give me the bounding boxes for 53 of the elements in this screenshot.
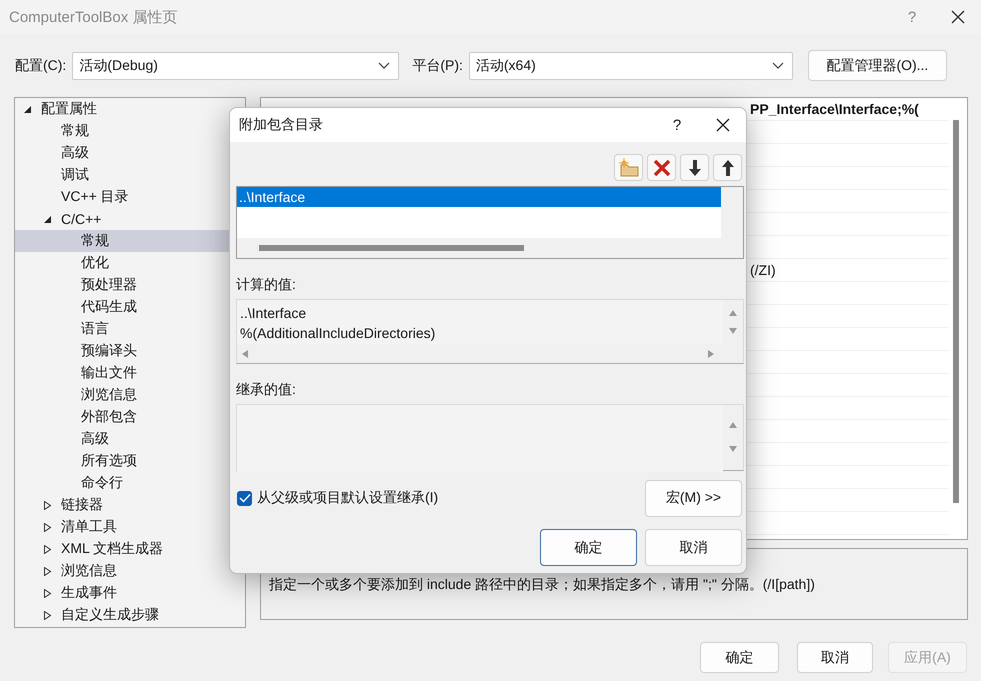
- description-text: 指定一个或多个要添加到 include 路径中的目录；如果指定多个，请用 ";" 分隔。(/I[path]): [269, 576, 815, 592]
- dialog-title: 附加包含目录: [239, 116, 323, 134]
- close-icon: [716, 118, 730, 132]
- chevron-icon: [772, 62, 784, 70]
- window-title: ComputerToolBox 属性页: [9, 8, 178, 26]
- expanded-triangle-icon[interactable]: [43, 214, 52, 224]
- property-value: (/ZI): [750, 262, 776, 278]
- inherit-label: 从父级或项目默认设置继承(I): [257, 489, 438, 507]
- config-dropdown[interactable]: 活动(Debug): [72, 52, 400, 80]
- configuration-manager-button[interactable]: 配置管理器(O)...: [808, 50, 947, 81]
- chevron-icon: [378, 62, 390, 70]
- close-icon: [951, 10, 965, 24]
- collapsed-triangle-icon[interactable]: [43, 610, 52, 620]
- tree-item[interactable]: 链接器: [15, 494, 245, 516]
- inherited-value-label: 继承的值:: [236, 381, 297, 398]
- tree-item[interactable]: 清单工具: [15, 516, 245, 538]
- scrollbar-thumb[interactable]: [953, 120, 959, 503]
- expanded-triangle-icon[interactable]: [23, 104, 32, 114]
- tree-item[interactable]: 生成事件: [15, 582, 245, 604]
- new-line-button[interactable]: [614, 154, 643, 181]
- delete-icon: [652, 158, 672, 178]
- tree-item[interactable]: 配置属性: [41, 100, 97, 118]
- folder-icon: [618, 158, 640, 178]
- tree-item[interactable]: C/C++: [15, 208, 245, 230]
- config-label: 配置(C):: [15, 56, 66, 74]
- collapsed-triangle-icon[interactable]: [43, 500, 52, 510]
- scrollbar-thumb[interactable]: [259, 245, 524, 251]
- list-item[interactable]: ..\Interface: [237, 187, 721, 207]
- tree-item[interactable]: 浏览信息: [15, 560, 245, 582]
- tree-item[interactable]: XML 文档生成器: [15, 538, 245, 560]
- checkbox[interactable]: [237, 490, 252, 506]
- cancel-button[interactable]: 取消: [797, 642, 873, 673]
- ok-button[interactable]: 确定: [540, 529, 637, 566]
- move-down-button[interactable]: [680, 154, 709, 181]
- computed-value-line: ..\Interface: [240, 304, 308, 323]
- platform-label: 平台(P):: [412, 56, 463, 74]
- collapsed-triangle-icon[interactable]: [43, 566, 52, 576]
- computed-value-line: %(AdditionalIncludeDirectories): [240, 324, 436, 343]
- down-arrow-icon: [686, 158, 702, 176]
- up-arrow-icon: [720, 158, 736, 176]
- collapsed-triangle-icon[interactable]: [43, 522, 52, 532]
- cancel-button[interactable]: 取消: [645, 529, 742, 566]
- help-button[interactable]: ?: [654, 109, 700, 141]
- delete-button[interactable]: [647, 154, 676, 181]
- ok-button[interactable]: 确定: [700, 642, 779, 673]
- macros-button[interactable]: 宏(M) >>: [645, 480, 742, 516]
- collapsed-triangle-icon[interactable]: [43, 588, 52, 598]
- platform-dropdown[interactable]: 活动(x64): [468, 52, 793, 80]
- tree-item[interactable]: 自定义生成步骤: [15, 604, 245, 626]
- collapsed-triangle-icon[interactable]: [43, 544, 52, 554]
- property-value: PP_Interface\Interface;%(: [750, 101, 919, 117]
- move-up-button[interactable]: [713, 154, 742, 181]
- computed-value-label: 计算的值:: [236, 276, 297, 293]
